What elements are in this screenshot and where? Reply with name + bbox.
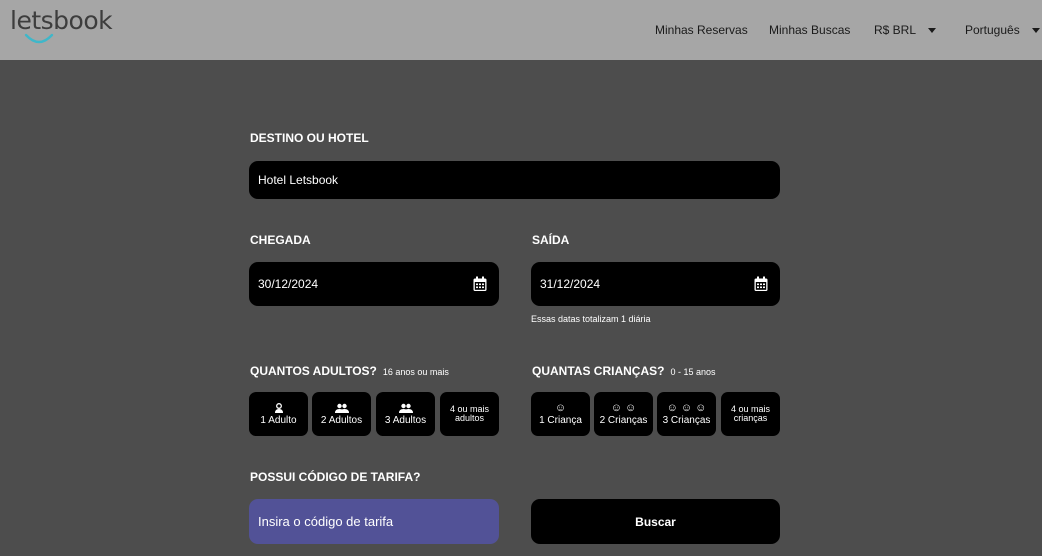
saida-date-input[interactable]: 31/12/2024 — [531, 262, 780, 306]
adultos-option-line2: adultos — [454, 413, 485, 423]
adultos-option-1[interactable]: 1 Adulto — [249, 392, 308, 436]
criancas-label-text: QUANTAS CRIANÇAS? — [532, 364, 665, 378]
language-label: Português — [965, 23, 1020, 37]
criancas-option-line2: crianças — [733, 413, 768, 423]
tarifa-label: POSSUI CÓDIGO DE TARIFA? — [250, 470, 421, 484]
criancas-option-2[interactable]: ☺ ☺ 2 Crianças — [594, 392, 653, 436]
criancas-option-label: 1 Criança — [539, 415, 582, 426]
destino-label: DESTINO OU HOTEL — [250, 131, 369, 145]
nav-minhas-buscas[interactable]: Minhas Buscas — [769, 0, 850, 60]
adultos-label: QUANTOS ADULTOS? 16 anos ou mais — [250, 364, 449, 378]
child-faces-icon: ☺ ☺ — [610, 402, 637, 414]
logo[interactable]: letsbook — [10, 6, 113, 48]
currency-label: R$ BRL — [874, 23, 917, 37]
currency-select[interactable]: R$ BRL — [874, 0, 937, 60]
buscar-button[interactable]: Buscar — [531, 499, 780, 544]
adultos-label-text: QUANTOS ADULTOS? — [250, 364, 377, 378]
saida-value: 31/12/2024 — [540, 277, 601, 291]
criancas-label: QUANTAS CRIANÇAS? 0 - 15 anos — [532, 364, 715, 378]
nav-minhas-reservas[interactable]: Minhas Reservas — [655, 0, 748, 60]
two-persons-icon — [334, 403, 349, 413]
child-face-icon: ☺ — [554, 402, 567, 414]
criancas-option-4-plus[interactable]: 4 ou mais crianças — [721, 392, 780, 436]
nav-minhas-reservas-label: Minhas Reservas — [655, 23, 748, 37]
adultos-sublabel: 16 anos ou mais — [382, 367, 449, 377]
logo-text: letsbook — [10, 6, 113, 35]
logo-smile-icon — [24, 33, 54, 44]
adultos-option-3[interactable]: 3 Adultos — [376, 392, 435, 436]
dates-hint: Essas datas totalizam 1 diária — [531, 314, 651, 324]
chevron-down-icon — [928, 27, 937, 33]
criancas-option-1[interactable]: ☺ 1 Criança — [531, 392, 590, 436]
adultos-option-label: 3 Adultos — [384, 414, 427, 426]
nav-minhas-buscas-label: Minhas Buscas — [769, 23, 851, 37]
chegada-label: CHEGADA — [250, 233, 311, 247]
criancas-option-label: 3 Crianças — [662, 415, 711, 426]
buscar-label: Buscar — [635, 514, 676, 529]
criancas-sublabel: 0 - 15 anos — [670, 367, 716, 377]
criancas-option-3[interactable]: ☺ ☺ ☺ 3 Crianças — [657, 392, 716, 436]
calendar-icon[interactable] — [754, 276, 768, 292]
tarifa-code-label: Insira o código de tarifa — [258, 514, 394, 529]
adultos-option-2[interactable]: 2 Adultos — [312, 392, 371, 436]
saida-label: SAÍDA — [532, 233, 570, 247]
tarifa-code-button[interactable]: Insira o código de tarifa — [249, 499, 499, 544]
group-persons-icon — [398, 403, 413, 413]
chegada-value: 30/12/2024 — [258, 277, 319, 291]
criancas-option-label: 2 Crianças — [599, 415, 648, 426]
language-select[interactable]: Português — [965, 0, 1040, 60]
destino-value: Hotel Letsbook — [258, 173, 339, 187]
calendar-icon[interactable] — [473, 276, 487, 292]
adultos-option-label: 2 Adultos — [320, 414, 363, 426]
destino-input[interactable]: Hotel Letsbook — [249, 161, 780, 199]
top-bar: letsbook Minhas Reservas Minhas Buscas R… — [0, 0, 1042, 60]
adultos-option-label: 1 Adulto — [260, 414, 297, 426]
child-faces-icon: ☺ ☺ ☺ — [666, 402, 707, 414]
adultos-option-4-plus[interactable]: 4 ou mais adultos — [440, 392, 499, 436]
chevron-down-icon — [1031, 27, 1040, 33]
chegada-date-input[interactable]: 30/12/2024 — [249, 262, 499, 306]
person-icon — [274, 402, 283, 413]
